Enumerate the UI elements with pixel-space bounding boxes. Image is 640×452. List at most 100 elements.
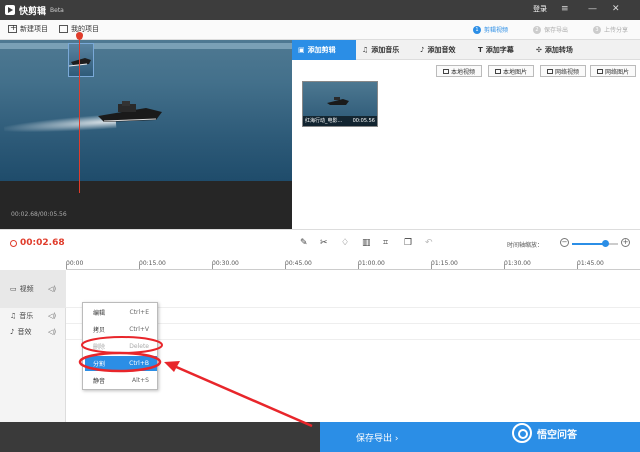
step-2-label: 保存导出 [544,27,569,34]
ruler-label: 00:30.00 [212,260,239,267]
sfx-track-header[interactable]: ♪ 音效 ◁) [0,324,66,340]
ruler-label: 01:45.00 [577,260,604,267]
scissors-icon[interactable]: ✂ [320,238,328,248]
web-video-label: 网络视频 [554,68,579,76]
menu-icon[interactable]: ≡ [561,4,569,14]
volume-icon[interactable]: ◁) [48,312,56,320]
ruler-label: 01:30.00 [504,260,531,267]
video-track-label: 视频 [19,285,34,293]
clip-thumbnail-image [68,58,91,67]
copy-icon[interactable]: ❐ [404,238,412,248]
zoom-label: 时间轴缩放： [507,242,544,249]
media-thumbnail[interactable]: 红海行动_电影... 00:05.56 [302,81,378,127]
tab-add-music[interactable]: ♫ 添加音乐 [356,40,414,60]
zoom-slider-fill [572,243,606,245]
minimize-icon[interactable]: — [588,4,597,14]
menu-item-shortcut: Ctrl+V [129,326,149,333]
zoom-slider-knob[interactable] [601,240,609,247]
step-3-label: 上传分享 [604,27,629,34]
panel-tabs: ▣ 添加剪辑 ♫ 添加音乐 ♪ 添加音效 T 添加字幕 ✣ 添加转场 [292,40,640,60]
new-project-button[interactable]: 新建项目 [8,23,48,34]
watermark: 悟空问答 [512,423,577,443]
video-clip[interactable] [68,43,94,77]
local-video-button[interactable]: 本地视频 [436,65,482,77]
menu-item-label: 静音 [93,378,106,385]
tab-add-sfx[interactable]: ♪ 添加音效 [414,40,472,60]
crop-icon[interactable]: ⌗ [383,238,388,248]
web-image-button[interactable]: 网络图片 [590,65,636,77]
watermark-text: 悟空问答 [537,429,577,441]
sfx-icon: ♪ [10,328,15,336]
menu-item-split[interactable]: 分割 Ctrl+B [85,356,157,371]
speedboat-image [98,101,162,122]
music-track-label: 音乐 [19,312,34,320]
media-panel: ▣ 添加剪辑 ♫ 添加音乐 ♪ 添加音效 T 添加字幕 ✣ 添加转场 本地视频 … [292,40,640,229]
menu-item-copy[interactable]: 拷贝 Ctrl+V [85,322,157,337]
local-image-label: 本地图片 [502,68,527,76]
menu-item-shortcut: Ctrl+B [129,360,149,367]
zoom-in-icon[interactable]: + [621,238,630,247]
title-bar: 快剪辑 Beta 登录 ≡ — ✕ [0,0,640,20]
music-track-header[interactable]: ♫ 音乐 ◁) [0,308,66,324]
music-icon: ♫ [10,312,17,320]
thumbnail-caption: 红海行动_电影... 00:05.56 [303,116,377,126]
folder-icon [59,25,68,33]
menu-item-shortcut: Alt+S [132,377,149,384]
ruler-label: 00:45.00 [285,260,312,267]
local-image-button[interactable]: 本地图片 [488,65,534,77]
ruler-label: 00:00 [66,260,84,267]
menu-item-edit[interactable]: 编辑 Ctrl+E [85,305,157,320]
web-image-icon [596,68,603,74]
tab-add-clip[interactable]: ▣ 添加剪辑 [292,40,356,60]
menu-item-mute[interactable]: 静音 Alt+S [85,373,157,388]
video-track-header[interactable]: ▭ 视频 ◁) [0,270,66,308]
watermark-logo-icon [512,423,532,443]
trash-icon[interactable]: ▥ [362,238,371,248]
login-link[interactable]: 登录 [533,4,547,14]
thumbnail-duration: 00:05.56 [352,118,375,124]
close-icon[interactable]: ✕ [612,4,620,14]
clock-icon [10,240,17,247]
transition-icon: ✣ [536,46,542,54]
new-project-icon [8,23,17,33]
volume-icon[interactable]: ◁) [48,285,56,293]
undo-icon[interactable]: ↶ [425,238,433,248]
pen-icon[interactable]: ✎ [300,238,308,248]
step-1-label: 剪辑视频 [484,27,509,34]
current-time: 00:02.68 [20,238,65,248]
tab-add-transition[interactable]: ✣ 添加转场 [530,40,596,60]
local-video-label: 本地视频 [450,68,475,76]
menu-item-label: 删除 [93,344,106,351]
menu-item-label: 编辑 [93,310,106,317]
video-preview: 00:02.68/00:05.56 [0,40,292,261]
ruler-label: 01:15.00 [431,260,458,267]
image-icon [494,68,501,74]
menu-item-shortcut: Ctrl+E [129,309,150,316]
tab-add-subtitle[interactable]: T 添加字幕 [472,40,530,60]
step-1-number: 1 [473,25,481,34]
film-icon: ▣ [298,46,305,54]
sfx-icon: ♪ [420,46,425,54]
volume-icon[interactable]: ◁) [48,328,56,336]
export-button[interactable]: 保存导出 › [320,422,640,452]
zoom-slider[interactable] [572,240,618,247]
step-3-number: 3 [593,25,601,34]
preview-controls: 00:02.68/00:05.56 [0,181,292,261]
context-menu: 编辑 Ctrl+E 拷贝 Ctrl+V 删除 Delete 分割 Ctrl+B … [82,302,158,390]
menu-item-label: 分割 [93,361,106,368]
web-video-icon [546,68,553,74]
app-beta-badge: Beta [50,6,64,14]
bell-icon[interactable]: ♢ [341,238,349,248]
my-projects-label: 我的项目 [71,25,99,33]
web-image-label: 网络图片 [604,68,629,76]
thumbnail-boat-image [327,97,349,105]
video-frame [0,40,292,181]
tab-add-transition-label: 添加转场 [544,46,573,54]
menu-item-delete[interactable]: 删除 Delete [85,339,157,354]
web-video-button[interactable]: 网络视频 [540,65,586,77]
menu-item-shortcut: Delete [129,343,149,350]
time-ruler[interactable]: 00:00 00:15.00 00:30.00 00:45.00 01:00.0… [66,257,640,270]
tab-add-subtitle-label: 添加字幕 [485,46,514,54]
step-2-number: 2 [533,25,541,34]
zoom-out-icon[interactable]: − [560,238,569,247]
